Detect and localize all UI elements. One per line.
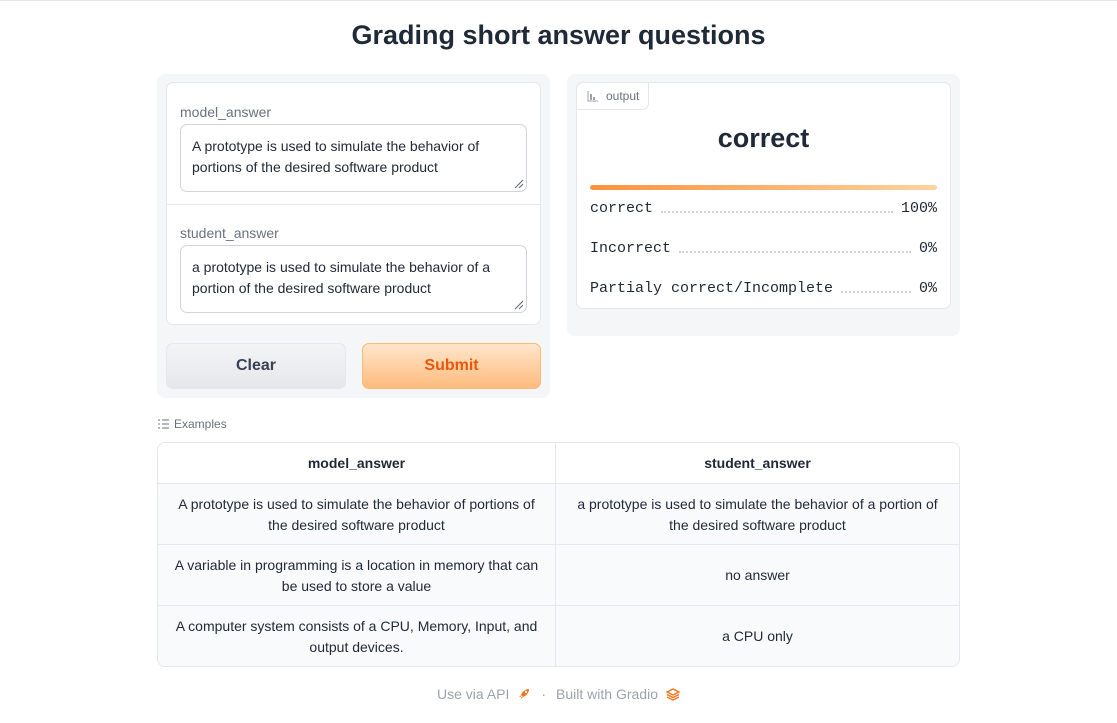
dotted-leader (679, 251, 911, 253)
inputs-box: model_answer A prototype is used to simu… (166, 82, 541, 325)
page-title: Grading short answer questions (351, 20, 766, 50)
output-tab-label: output (606, 89, 640, 103)
confidence-value: 100% (900, 200, 937, 217)
confidence-label: correct (590, 200, 654, 217)
table-cell[interactable]: a CPU only (556, 606, 959, 666)
field-divider (167, 204, 540, 205)
output-tab: output (576, 82, 650, 110)
examples-label: Examples (158, 417, 227, 431)
confidence-value: 0% (918, 280, 937, 297)
confidence-bar-fill (590, 185, 937, 190)
model-answer-value: A prototype is used to simulate the beha… (192, 138, 480, 175)
gradio-logo-icon (665, 687, 680, 701)
example-row[interactable]: A variable in programming is a location … (158, 544, 959, 606)
confidence-bar (590, 185, 937, 190)
resize-handle-icon[interactable] (512, 298, 524, 310)
example-row[interactable]: A prototype is used to simulate the beha… (158, 483, 959, 545)
built-with-gradio-label: Built with Gradio (556, 686, 658, 702)
example-row[interactable]: A computer system consists of a CPU, Mem… (158, 605, 959, 666)
confidence-row: Partialy correct/Incomplete 0% (590, 277, 937, 297)
student-answer-label: student_answer (180, 225, 279, 241)
list-icon (158, 419, 169, 429)
dotted-leader (841, 291, 911, 293)
table-cell[interactable]: no answer (556, 545, 959, 606)
use-via-api-link[interactable]: Use via API (437, 686, 531, 702)
model-answer-label: model_answer (180, 104, 272, 120)
clear-button[interactable]: Clear (166, 343, 346, 389)
table-cell[interactable]: a prototype is used to simulate the beha… (556, 484, 959, 545)
top-border (0, 0, 1117, 1)
confidence-label: Incorrect (590, 240, 672, 257)
column-header: model_answer (158, 443, 556, 484)
confidence-row: correct 100% (590, 197, 937, 217)
model-answer-textarea[interactable]: A prototype is used to simulate the beha… (180, 124, 527, 192)
submit-button[interactable]: Submit (362, 343, 541, 389)
footer-separator: · (541, 686, 547, 702)
student-answer-value: a prototype is used to simulate the beha… (192, 259, 491, 296)
table-cell[interactable]: A computer system consists of a CPU, Mem… (158, 606, 556, 666)
bar-chart-icon (587, 90, 598, 101)
examples-table: model_answer student_answer A prototype … (157, 442, 960, 667)
output-panel: output correct correct 100% Incorrect 0%… (567, 74, 960, 336)
dotted-leader (661, 211, 893, 213)
table-cell[interactable]: A prototype is used to simulate the beha… (158, 484, 556, 545)
input-panel: model_answer A prototype is used to simu… (157, 74, 550, 398)
prediction-label: correct (717, 123, 810, 153)
resize-handle-icon[interactable] (512, 177, 524, 189)
table-cell[interactable]: A variable in programming is a location … (158, 545, 556, 606)
confidence-label: Partialy correct/Incomplete (590, 280, 834, 297)
rocket-icon (519, 689, 530, 699)
output-box: output correct correct 100% Incorrect 0%… (576, 82, 951, 309)
use-via-api-label: Use via API (437, 686, 510, 702)
built-with-gradio-link[interactable]: Built with Gradio (556, 686, 680, 702)
footer: Use via API · Built with Gradio (0, 686, 1117, 702)
column-header: student_answer (704, 455, 811, 471)
student-answer-textarea[interactable]: a prototype is used to simulate the beha… (180, 245, 527, 313)
confidence-value: 0% (918, 240, 937, 257)
table-header-row: model_answer student_answer (158, 443, 959, 484)
examples-label-text: Examples (174, 417, 227, 431)
confidence-row: Incorrect 0% (590, 237, 937, 257)
